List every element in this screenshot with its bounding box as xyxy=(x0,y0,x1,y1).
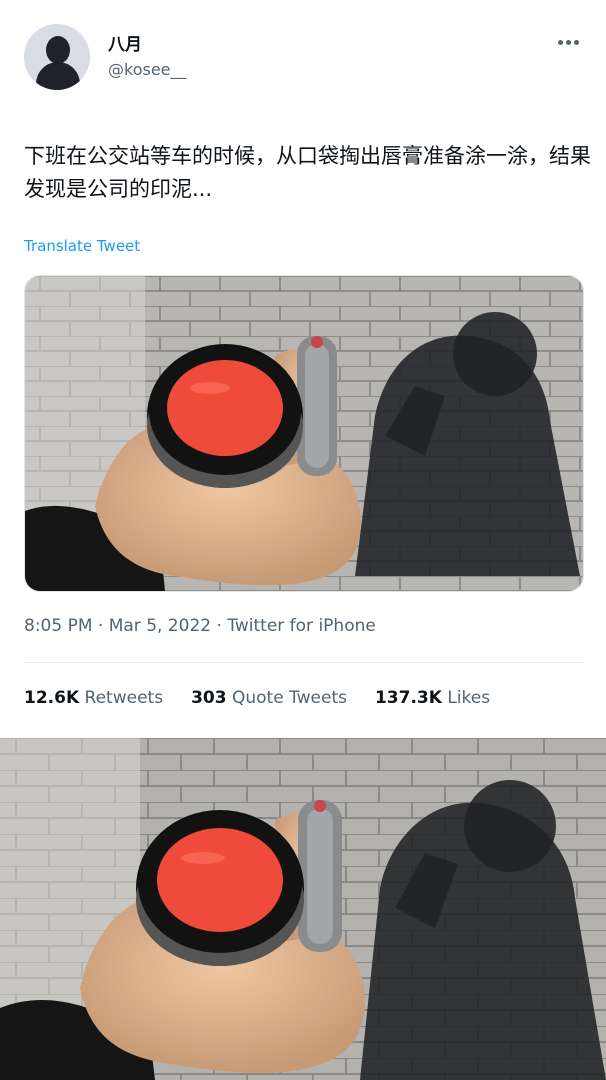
quote-tweets-stat[interactable]: 303 Quote Tweets xyxy=(191,688,347,708)
tweet-text: 下班在公交站等车的时候，从口袋掏出唇膏准备涂一涂，结果发现是公司的印泥... xyxy=(24,144,591,201)
quotes-label: Quote Tweets xyxy=(231,688,347,708)
divider xyxy=(24,662,582,663)
retweets-count: 12.6K xyxy=(24,688,80,708)
retweets-stat[interactable]: 12.6K Retweets xyxy=(24,688,163,708)
translate-tweet-link[interactable]: Translate Tweet xyxy=(24,237,140,255)
enlarged-photo xyxy=(0,738,606,1080)
avatar-body xyxy=(36,62,80,90)
avatar[interactable] xyxy=(24,24,90,90)
display-name[interactable]: 八月 xyxy=(108,30,142,55)
tweet-header: 八月 @kosee__ xyxy=(0,0,606,110)
retweets-label: Retweets xyxy=(84,688,164,708)
tweet-timestamp[interactable]: 8:05 PM · Mar 5, 2022 · Twitter for iPho… xyxy=(24,616,376,636)
quotes-count: 303 xyxy=(191,688,227,708)
tweet-stats: 12.6K Retweets 303 Quote Tweets 137.3K L… xyxy=(24,688,490,708)
tweet-media-image[interactable] xyxy=(24,275,584,592)
likes-count: 137.3K xyxy=(374,688,442,708)
avatar-head xyxy=(46,36,70,64)
user-handle[interactable]: @kosee__ xyxy=(108,60,187,79)
likes-label: Likes xyxy=(447,688,491,708)
more-options-icon[interactable] xyxy=(552,31,584,53)
likes-stat[interactable]: 137.3K Likes xyxy=(375,688,490,708)
